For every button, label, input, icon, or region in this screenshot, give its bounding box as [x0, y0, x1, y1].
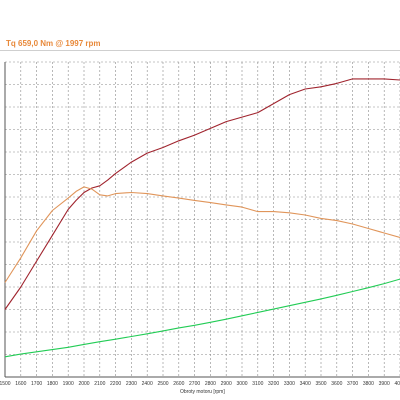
x-tick-label: 1800	[47, 381, 58, 387]
x-tick-label: 3700	[347, 381, 358, 387]
x-tick-label: 2900	[221, 381, 232, 387]
x-tick-label: 3100	[252, 381, 263, 387]
x-tick-label: 2600	[173, 381, 184, 387]
x-tick-label: 3000	[236, 381, 247, 387]
grid	[4, 61, 400, 378]
x-tick-label: 2200	[110, 381, 121, 387]
x-tick-labels: 1500 1600 1700 1800 1900 2000 2100 2200 2300 2400…	[0, 381, 400, 387]
x-tick-label: 3500	[315, 381, 326, 387]
x-tick-label: 4000	[394, 381, 400, 387]
x-tick-label: 3800	[363, 381, 374, 387]
x-tick-label: 2000	[78, 381, 89, 387]
x-tick-label: 2100	[94, 381, 105, 387]
series-lines	[4, 78, 400, 358]
x-axis-title: Obroty motoru [rpm]	[180, 389, 225, 395]
x-tick-label: 2300	[126, 381, 137, 387]
x-tick-label: 3600	[331, 381, 342, 387]
x-tick-label: 3300	[284, 381, 295, 387]
x-tick-label: 3200	[268, 381, 279, 387]
x-tick-label: 2800	[205, 381, 216, 387]
x-tick-label: 3900	[379, 381, 390, 387]
series-line-3	[4, 278, 400, 358]
x-tick-label: 1900	[63, 381, 74, 387]
x-tick-label: 1700	[31, 381, 42, 387]
x-tick-label: 1500	[0, 381, 11, 387]
x-tick-label: 2500	[157, 381, 168, 387]
x-tick-label: 1600	[15, 381, 26, 387]
line-chart: 1500 1600 1700 1800 1900 2000 2100 2200 2300 2400…	[0, 61, 400, 387]
x-tick-label: 3400	[300, 381, 311, 387]
x-tick-label: 2400	[142, 381, 153, 387]
series-line-2	[4, 186, 400, 283]
x-tick-label: 2700	[189, 381, 200, 387]
series-line-1	[4, 78, 400, 310]
